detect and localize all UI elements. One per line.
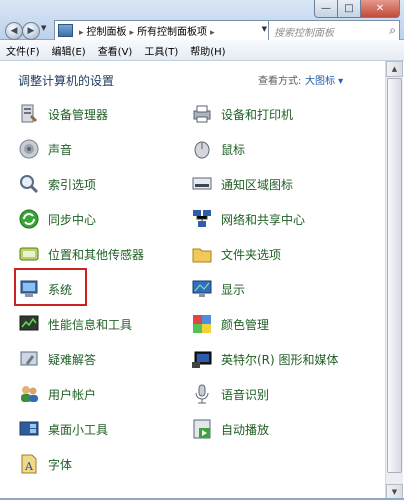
item-network-sharing[interactable]: 网络和共享中心 — [191, 207, 305, 231]
item-label: 用户帐户 — [48, 387, 97, 402]
back-button[interactable]: ◀ — [5, 22, 23, 40]
menu-tools[interactable]: 工具(T) — [138, 43, 184, 58]
item-display[interactable]: 显示 — [191, 277, 245, 301]
item-intel-graphics[interactable]: 英特尔(R) 图形和媒体 — [191, 347, 339, 371]
item-device-manager[interactable]: 设备管理器 — [18, 102, 108, 126]
item-sound[interactable]: 声音 — [18, 137, 72, 161]
folder-icon — [191, 243, 213, 265]
item-label: 疑难解答 — [48, 352, 97, 367]
mouse-icon — [191, 138, 213, 160]
menu-file[interactable]: 文件(F) — [0, 43, 46, 58]
item-label: 设备管理器 — [48, 107, 109, 122]
performance-icon — [18, 313, 40, 335]
view-by-dropdown[interactable]: 大图标 ▾ — [305, 72, 343, 87]
item-location-sensors[interactable]: 位置和其他传感器 — [18, 242, 144, 266]
control-panel-content: 调整计算机的设置 查看方式: 大图标 ▾ 设备管理器 声音 索引选项 同步中心 … — [0, 61, 384, 500]
speaker-icon — [18, 138, 40, 160]
scroll-up-button[interactable]: ▲ — [386, 61, 403, 77]
vertical-scrollbar[interactable]: ▲ ▼ — [385, 61, 403, 500]
network-icon — [191, 208, 213, 230]
item-devices-printers[interactable]: 设备和打印机 — [191, 102, 293, 126]
system-highlight-box — [14, 268, 87, 306]
color-management-icon — [191, 313, 213, 335]
microphone-icon — [191, 383, 213, 405]
address-bar[interactable]: ▸ 控制面板 ▸ 所有控制面板项 ▸ ▼ — [54, 20, 270, 41]
forward-button[interactable]: ▶ — [22, 22, 40, 40]
intel-graphics-icon — [191, 348, 213, 370]
item-fonts[interactable]: A 字体 — [18, 452, 72, 476]
item-indexing-options[interactable]: 索引选项 — [18, 172, 96, 196]
item-label: 位置和其他传感器 — [48, 247, 145, 262]
scroll-thumb[interactable] — [387, 78, 402, 473]
breadcrumb-separator: ▸ — [210, 28, 215, 38]
item-label: 同步中心 — [48, 212, 97, 227]
item-autoplay[interactable]: 自动播放 — [191, 417, 269, 441]
address-dropdown-icon[interactable]: ▼ — [262, 25, 267, 33]
sync-icon — [18, 208, 40, 230]
search-input[interactable]: 搜索控制面板 — [274, 24, 334, 39]
breadcrumb: ▸ 控制面板 ▸ 所有控制面板项 ▸ — [76, 23, 218, 38]
item-label: 声音 — [48, 142, 73, 157]
item-label: 语音识别 — [221, 387, 270, 402]
item-label: 显示 — [221, 282, 246, 297]
item-label: 设备和打印机 — [221, 107, 294, 122]
item-user-accounts[interactable]: 用户帐户 — [18, 382, 96, 406]
item-desktop-gadgets[interactable]: 桌面小工具 — [18, 417, 108, 441]
item-sync-center[interactable]: 同步中心 — [18, 207, 96, 231]
gadgets-icon — [18, 418, 40, 440]
item-mouse[interactable]: 鼠标 — [191, 137, 245, 161]
troubleshooting-icon — [18, 348, 40, 370]
item-performance[interactable]: 性能信息和工具 — [18, 312, 132, 336]
breadcrumb-separator: ▸ — [129, 28, 135, 38]
item-notification-icons[interactable]: 通知区域图标 — [191, 172, 293, 196]
minimize-button[interactable]: — — [314, 0, 338, 18]
title-bar: — □ ✕ ◀ ▶ ▼ ▸ 控制面板 ▸ 所有控制面板项 ▸ ▼ 搜索控制面板 ⌕ — [0, 0, 404, 41]
recent-pages-dropdown[interactable]: ▼ — [41, 24, 46, 32]
page-title: 调整计算机的设置 — [18, 74, 115, 88]
menu-help[interactable]: 帮助(H) — [184, 43, 231, 58]
item-label: 文件夹选项 — [221, 247, 282, 262]
item-color-management[interactable]: 颜色管理 — [191, 312, 269, 336]
item-label: 网络和共享中心 — [221, 212, 306, 227]
item-label: 桌面小工具 — [48, 422, 109, 437]
notification-area-icon — [191, 173, 213, 195]
item-folder-options[interactable]: 文件夹选项 — [191, 242, 281, 266]
view-by-label: 查看方式: — [258, 76, 302, 87]
item-label: 通知区域图标 — [221, 177, 294, 192]
menu-edit[interactable]: 编辑(E) — [46, 43, 92, 58]
fonts-icon: A — [18, 453, 40, 475]
breadcrumb-all-items[interactable]: 所有控制面板项 — [137, 27, 207, 38]
item-label: 自动播放 — [221, 422, 270, 437]
menu-bar: 文件(F) 编辑(E) 查看(V) 工具(T) 帮助(H) — [0, 40, 404, 61]
search-icon[interactable]: ⌕ — [389, 23, 396, 38]
maximize-button[interactable]: □ — [337, 0, 361, 18]
window-controls: — □ ✕ — [314, 0, 400, 18]
menu-view[interactable]: 查看(V) — [92, 43, 139, 58]
item-label: 英特尔(R) 图形和媒体 — [221, 352, 339, 367]
item-label: 颜色管理 — [221, 317, 270, 332]
control-panel-icon — [58, 24, 73, 37]
item-speech-recognition[interactable]: 语音识别 — [191, 382, 269, 406]
magnifier-icon — [18, 173, 40, 195]
printer-icon — [191, 103, 213, 125]
item-label: 字体 — [48, 457, 73, 472]
sensor-icon — [18, 243, 40, 265]
item-label: 性能信息和工具 — [48, 317, 133, 332]
item-label: 鼠标 — [221, 142, 246, 157]
breadcrumb-control-panel[interactable]: 控制面板 — [87, 27, 127, 38]
search-box[interactable]: 搜索控制面板 ⌕ — [268, 20, 400, 41]
item-troubleshooting[interactable]: 疑难解答 — [18, 347, 96, 371]
display-icon — [191, 278, 213, 300]
autoplay-icon — [191, 418, 213, 440]
item-label: 索引选项 — [48, 177, 97, 192]
device-manager-icon — [18, 103, 40, 125]
svg-text:A: A — [24, 460, 34, 473]
close-button[interactable]: ✕ — [360, 0, 400, 18]
user-accounts-icon — [18, 383, 40, 405]
breadcrumb-separator: ▸ — [79, 28, 84, 38]
